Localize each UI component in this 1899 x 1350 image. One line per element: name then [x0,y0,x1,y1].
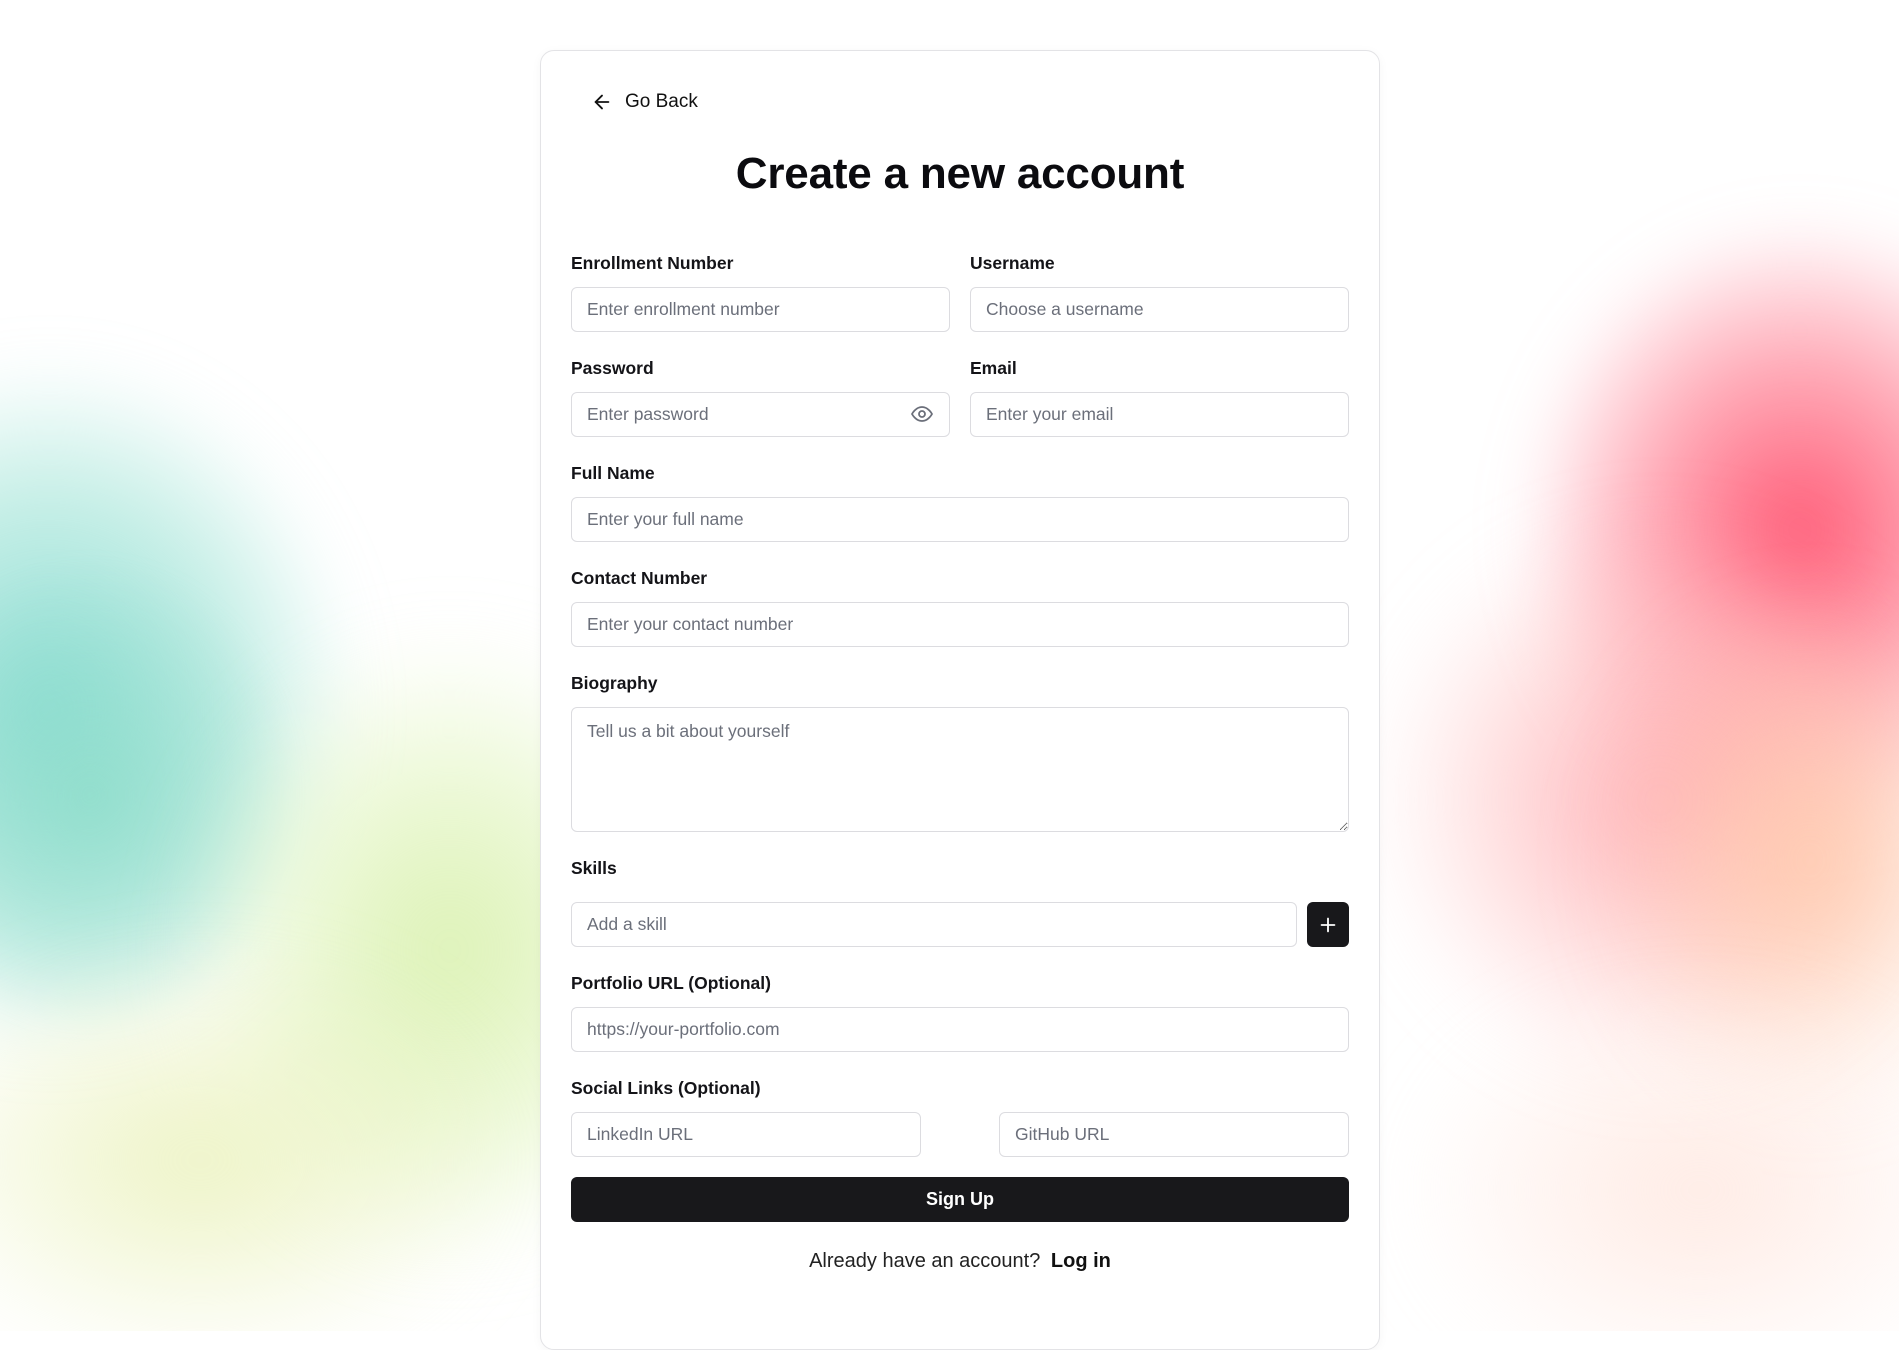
add-skill-input[interactable] [571,902,1297,947]
portfolio-url-label: Portfolio URL (Optional) [571,973,771,993]
plus-icon [1320,917,1336,932]
sign-up-button[interactable]: Sign Up [571,1177,1349,1222]
password-label: Password [571,358,654,378]
contact-number-label: Contact Number [571,568,708,588]
login-link[interactable]: Log in [1051,1250,1111,1272]
contact-number-input[interactable] [571,602,1349,647]
enrollment-number-label: Enrollment Number [571,253,734,273]
login-prompt: Already have an account? Log in [541,1250,1379,1273]
username-label: Username [970,253,1055,273]
github-url-input[interactable] [999,1112,1349,1157]
password-input[interactable] [571,392,950,437]
enrollment-number-input[interactable] [571,287,950,332]
biography-label: Biography [571,673,658,693]
eye-icon[interactable] [910,402,934,426]
email-label: Email [970,358,1017,378]
login-prompt-text: Already have an account? [809,1250,1041,1272]
full-name-input[interactable] [571,497,1349,542]
go-back-label: Go Back [625,91,698,112]
skills-label: Skills [571,858,617,878]
social-links-label: Social Links (Optional) [571,1078,761,1098]
email-input[interactable] [970,392,1349,437]
portfolio-url-input[interactable] [571,1007,1349,1052]
full-name-label: Full Name [571,463,655,483]
add-skill-button[interactable] [1307,902,1349,947]
page-title: Create a new account [735,149,1185,198]
username-input[interactable] [970,287,1349,332]
signup-card: Go Back Create a new account Enrollment … [540,50,1380,1350]
background-cream-blob [1400,980,1899,1331]
biography-textarea[interactable] [571,707,1349,832]
go-back-button[interactable]: Go Back [591,91,698,113]
arrow-left-icon [594,94,610,110]
linkedin-url-input[interactable] [571,1112,921,1157]
